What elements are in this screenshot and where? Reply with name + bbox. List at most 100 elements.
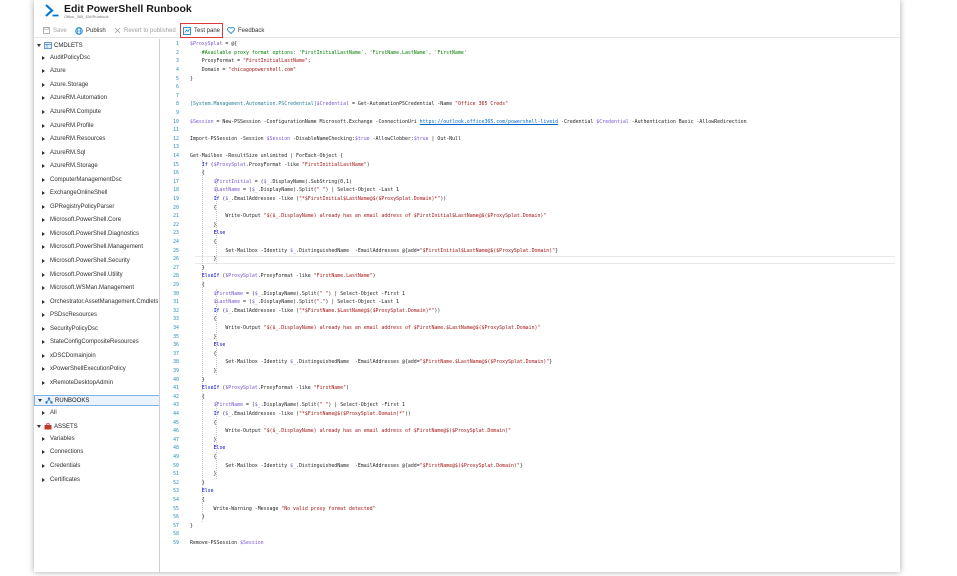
code-line[interactable]: 35 } — [161, 332, 216, 341]
code-line[interactable]: 46 Write-Output "$($_.DisplayName) alrea… — [161, 427, 511, 436]
code-line[interactable]: 58 — [161, 530, 190, 539]
code-line[interactable]: 42 { — [161, 393, 205, 402]
tree-item[interactable]: Azure — [42, 65, 66, 79]
code-line[interactable]: 56 } — [161, 513, 205, 522]
code-line[interactable]: 34 Write-Output "$($_.DisplayName) alrea… — [161, 324, 540, 333]
code-line[interactable]: 11 — [161, 126, 190, 135]
code-line[interactable]: 8 [System.Management.Automation.PSCredent… — [161, 100, 508, 109]
code-line[interactable]: 23 Else — [161, 229, 225, 238]
code-line[interactable]: 36 Else — [161, 341, 225, 350]
tree-item[interactable]: xRemoteDesktopAdmin — [42, 376, 113, 390]
code-line[interactable]: 29 { — [161, 281, 205, 290]
tree-item[interactable]: Azure.Storage — [42, 78, 88, 92]
code-line[interactable]: 37 { — [161, 350, 216, 359]
code-line[interactable]: 39 } — [161, 367, 216, 376]
code-line[interactable]: 5} — [161, 74, 193, 83]
code-line[interactable]: 38 Set-Mailbox -Identity $_.Distinguishe… — [161, 358, 552, 367]
tree-item[interactable]: SecurityPolicyDsc — [42, 322, 98, 336]
tree-item[interactable]: AzureRM.Compute — [42, 105, 101, 119]
test-pane-button[interactable]: Test pane — [179, 23, 224, 38]
section-runbooks[interactable]: RUNBOOKS — [34, 395, 159, 406]
code-line[interactable]: 54 { — [161, 496, 205, 505]
code-editor[interactable]: 1 $ProxySplat = @{2 #Available proxy form… — [161, 39, 900, 572]
code-line[interactable]: 53 Else — [161, 487, 213, 496]
code-line[interactable]: 28 ElseIf ($ProxySplat.ProxyFormat -like… — [161, 272, 375, 281]
tree-item[interactable]: AzureRM.Resources — [42, 132, 105, 146]
tree-item[interactable]: Variables — [42, 432, 75, 446]
code-line[interactable]: 21 Write-Output "$($_.DisplayName) alrea… — [161, 212, 546, 221]
revert-to-published-button[interactable]: Revert to published — [114, 24, 176, 37]
tree-item[interactable]: AzureRM.Storage — [42, 159, 98, 173]
tree-item[interactable]: xDSCDomainjoin — [42, 349, 96, 363]
code-line[interactable]: 44 If ($_.EmailAddresses -like ("*$First… — [161, 410, 411, 419]
code-line[interactable]: 22 } — [161, 221, 216, 230]
tree-item[interactable]: xPowerShellExecutionPolicy — [42, 363, 126, 377]
code-line[interactable]: 30 $FirstName = ($_.DisplayName).Split("… — [161, 289, 405, 298]
section-cmdlets[interactable]: CMDLETS — [34, 40, 159, 51]
code-line[interactable]: 47 } — [161, 436, 216, 445]
code-line[interactable]: 3 ProxyFormat = "FirstInitialLastName"; — [161, 57, 311, 66]
tree-item[interactable]: PSDscResources — [42, 308, 97, 322]
tree-item-label: Microsoft.PowerShell.Utility — [50, 271, 123, 278]
code-line[interactable]: 14 Get-Mailbox -ResultSize unlimited | Fo… — [161, 152, 343, 161]
tree-item[interactable]: Microsoft.PowerShell.Security — [42, 254, 130, 268]
tree-item[interactable]: All — [42, 406, 57, 420]
code-line[interactable]: 40 } — [161, 375, 205, 384]
code-line[interactable]: 26 } — [161, 255, 216, 264]
code-line[interactable]: 17 $FirstInitial = ($_.DisplayName).SubS… — [161, 178, 352, 187]
code-line[interactable]: 48 Else — [161, 444, 225, 453]
code-line[interactable]: 18 $LastName = ($_.DisplayName).Split(" … — [161, 186, 399, 195]
code-line[interactable]: 32 If ($_.EmailAddresses -like ("*$First… — [161, 307, 440, 316]
tree-item[interactable]: AzureRM.Automation — [42, 92, 107, 106]
tree-item[interactable]: Microsoft.WSMan.Management — [42, 281, 134, 295]
tree-item[interactable]: StateConfigCompositeResources — [42, 336, 139, 350]
tree-item[interactable]: Microsoft.PowerShell.Core — [42, 214, 121, 228]
code-line[interactable]: 19 If ($_.EmailAddresses -like ("*$First… — [161, 195, 446, 204]
code-line[interactable]: 13 — [161, 143, 190, 152]
code-line[interactable]: 20 { — [161, 203, 216, 212]
code-line[interactable]: 45 { — [161, 418, 216, 427]
tree-item[interactable]: AzureRM.Profile — [42, 119, 94, 133]
code-line[interactable]: 41 ElseIf ($ProxySplat.ProxyFormat -like… — [161, 384, 349, 393]
feedback-button[interactable]: Feedback — [227, 24, 264, 37]
tree-item[interactable]: Microsoft.PowerShell.Diagnostics — [42, 227, 139, 241]
code-line[interactable]: 51 } — [161, 470, 216, 479]
code-line[interactable]: 10 $Session = New-PSSession -Configuratio… — [161, 117, 746, 126]
tree-item[interactable]: AzureRM.Sql — [42, 146, 85, 160]
code-line[interactable]: 6 — [161, 83, 190, 92]
tree-item[interactable]: Microsoft.PowerShell.Utility — [42, 268, 123, 282]
code-line[interactable]: 31 $LastName = ($_.DisplayName).Split(".… — [161, 298, 399, 307]
code-line[interactable]: 12 Import-PSSession -Session $Session -Di… — [161, 135, 461, 144]
code-line[interactable]: 15 If ($ProxySplat.ProxyFormat -like "Fi… — [161, 160, 370, 169]
tree-item[interactable]: ExchangeOnlineShell — [42, 187, 107, 201]
code-line[interactable]: 33 { — [161, 315, 216, 324]
code-line[interactable]: 59 Remove-PSSession $Session — [161, 539, 264, 548]
tree-item[interactable]: AuditPolicyDsc — [42, 51, 90, 65]
code-line[interactable]: 55 Write-Warning -Message "No valid prox… — [161, 504, 375, 513]
tree-item[interactable]: Microsoft.PowerShell.Management — [42, 241, 143, 255]
code-line[interactable]: 4 Domain = "chicagopowershell.com" — [161, 66, 296, 75]
tree-item[interactable]: Credentials — [42, 459, 80, 473]
code-line[interactable]: 1 $ProxySplat = @{ — [161, 40, 237, 49]
code-line[interactable]: 43 $FirstName = ($_.DisplayName).Split("… — [161, 401, 405, 410]
tree-item[interactable]: Certificates — [42, 473, 80, 487]
line-number: 4 — [176, 67, 179, 74]
code-line[interactable]: 52 } — [161, 479, 205, 488]
code-line[interactable]: 9 — [161, 109, 190, 118]
code-line[interactable]: 25 Set-Mailbox -Identity $_.Distinguishe… — [161, 246, 558, 255]
code-line[interactable]: 50 Set-Mailbox -Identity $_.Distinguishe… — [161, 461, 523, 470]
tree-item[interactable]: ComputerManagementDsc — [42, 173, 122, 187]
section-assets[interactable]: ASSETS — [34, 421, 159, 432]
save-button[interactable]: Save — [43, 24, 67, 37]
code-line[interactable]: 24 { — [161, 238, 216, 247]
code-line[interactable]: 16 { — [161, 169, 205, 178]
code-line[interactable]: 49 { — [161, 453, 216, 462]
code-line[interactable]: 2 #Available proxy format options: 'Firs… — [161, 49, 467, 58]
tree-item[interactable]: Connections — [42, 446, 83, 460]
tree-item[interactable]: Orchestrator.AssetManagement.Cmdlets — [42, 295, 158, 309]
code-line[interactable]: 27 } — [161, 264, 205, 273]
code-line[interactable]: 7 — [161, 92, 190, 101]
code-line[interactable]: 57} — [161, 522, 193, 531]
publish-button[interactable]: Publish — [75, 24, 106, 37]
tree-item[interactable]: GPRegistryPolicyParser — [42, 200, 114, 214]
